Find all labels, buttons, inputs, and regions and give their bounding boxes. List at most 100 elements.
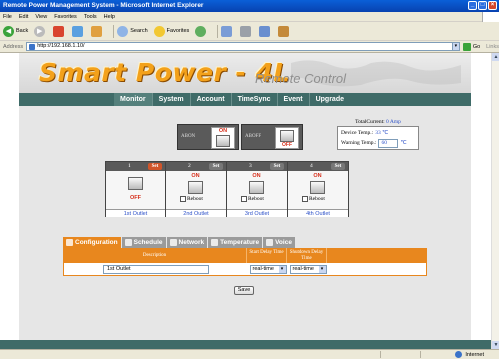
scroll-down-icon[interactable]: ▼: [492, 341, 499, 349]
total-current-label: TotalCurrent:: [355, 119, 385, 125]
ab-on-toggle[interactable]: ON: [211, 127, 235, 149]
back-button[interactable]: ◀ Back: [3, 25, 28, 37]
reboot-checkbox[interactable]: [302, 196, 308, 202]
search-icon: [117, 25, 129, 37]
zone-label: Internet: [465, 351, 484, 358]
outlet-switch-toggle[interactable]: [310, 181, 325, 194]
favorites-button[interactable]: Favorites: [153, 25, 189, 37]
mail-button[interactable]: [221, 25, 234, 37]
col-shutdown-delay: Shutdown Delay Time: [287, 248, 327, 263]
forward-button[interactable]: ▶: [34, 25, 47, 37]
nav-timesync[interactable]: TimeSync: [230, 93, 277, 106]
outlet-number: 4: [310, 163, 313, 169]
refresh-button[interactable]: [72, 25, 85, 37]
print-icon: [240, 25, 252, 37]
settings-tabs: Configuration Schedule Network Temperatu…: [63, 237, 296, 248]
scroll-up-icon[interactable]: ▲: [492, 53, 499, 61]
total-current-value: 0 Amp: [386, 119, 401, 125]
tab-temperature[interactable]: Temperature: [208, 237, 263, 248]
menu-view[interactable]: View: [35, 12, 47, 21]
address-dropdown-icon[interactable]: ▾: [451, 42, 460, 51]
outlet-set-button[interactable]: Set: [270, 163, 284, 170]
menu-favorites[interactable]: Favorites: [54, 12, 77, 21]
status-divider: [420, 351, 421, 358]
forward-arrow-icon: ▶: [34, 25, 46, 37]
col-empty: [327, 248, 427, 263]
menu-edit[interactable]: Edit: [19, 12, 28, 21]
warning-temp-input[interactable]: 60: [378, 138, 399, 148]
reboot-option[interactable]: Reboot: [241, 196, 264, 202]
nav-event[interactable]: Event: [276, 93, 309, 106]
nav-monitor[interactable]: Monitor: [114, 93, 152, 106]
menu-bar: File Edit View Favorites Tools Help: [0, 12, 499, 22]
edit-icon: [259, 25, 271, 37]
links-button[interactable]: Links: [486, 44, 499, 50]
maximize-button[interactable]: □: [478, 1, 487, 10]
close-button[interactable]: ×: [488, 1, 497, 10]
go-label: Go: [472, 43, 481, 50]
tab-network[interactable]: Network: [166, 237, 208, 248]
discuss-button[interactable]: [278, 25, 291, 37]
outlet-number: 3: [249, 163, 252, 169]
outlet-2: 2 Set ON Reboot 2nd Outlet: [166, 161, 227, 217]
reboot-option[interactable]: Reboot: [180, 196, 203, 202]
nav-system[interactable]: System: [151, 93, 190, 106]
outlet-state: OFF: [130, 195, 141, 201]
window-controls: _ □ ×: [468, 1, 497, 10]
go-arrow-icon: [462, 42, 471, 51]
outlet-name: 1st Outlet: [106, 209, 165, 217]
reboot-checkbox[interactable]: [180, 196, 186, 202]
configuration-table: Description Start Delay Time Shutdown De…: [63, 248, 427, 276]
tab-label: Voice: [275, 239, 292, 246]
menu-file[interactable]: File: [3, 12, 12, 21]
outlet-state: ON: [313, 173, 322, 179]
reboot-option[interactable]: Reboot: [302, 196, 325, 202]
outlet-switch-area: OFF: [106, 171, 165, 209]
star-icon: [153, 25, 165, 37]
outlet-set-button[interactable]: Set: [331, 163, 345, 170]
outlet-switch-toggle[interactable]: [188, 181, 203, 194]
vertical-scrollbar[interactable]: ▲ ▼: [491, 53, 499, 349]
menu-help[interactable]: Help: [104, 12, 115, 21]
print-button[interactable]: [240, 25, 253, 37]
minimize-button[interactable]: _: [468, 1, 477, 10]
outlet-set-button[interactable]: Set: [209, 163, 223, 170]
outlet-switch-area: ON Reboot: [227, 171, 287, 209]
ab-off-toggle[interactable]: OFF: [275, 127, 299, 149]
tab-label: Temperature: [220, 239, 260, 246]
stop-icon: [53, 25, 65, 37]
nav-upgrade[interactable]: Upgrade: [308, 93, 350, 106]
start-delay-select[interactable]: real-time: [249, 264, 287, 274]
menu-tools[interactable]: Tools: [84, 12, 97, 21]
search-label: Search: [130, 28, 148, 34]
edit-button[interactable]: [259, 25, 272, 37]
tab-voice[interactable]: Voice: [263, 237, 295, 248]
tab-label: Network: [178, 239, 205, 246]
description-input[interactable]: 1st Outlet: [103, 264, 209, 274]
mail-icon: [221, 25, 233, 37]
col-start-delay: Start Delay Time: [247, 248, 287, 263]
nav-account[interactable]: Account: [189, 93, 231, 106]
outlet-switch-toggle[interactable]: [128, 177, 143, 190]
go-button[interactable]: Go: [462, 42, 481, 51]
reboot-checkbox[interactable]: [241, 196, 247, 202]
address-label: Address: [3, 43, 24, 50]
tab-schedule[interactable]: Schedule: [121, 237, 166, 248]
tab-configuration[interactable]: Configuration: [63, 237, 121, 248]
wrench-icon: [66, 239, 73, 246]
history-button[interactable]: [195, 25, 208, 37]
toolbar-separator: [217, 24, 219, 38]
stop-button[interactable]: [53, 25, 66, 37]
address-input[interactable]: http://192.168.1.10/: [26, 42, 453, 51]
shutdown-delay-select[interactable]: real-time: [289, 264, 327, 274]
save-button[interactable]: Save: [234, 286, 254, 295]
outlet-set-button[interactable]: Set: [148, 163, 162, 170]
reboot-label: Reboot: [187, 196, 203, 202]
home-button[interactable]: [91, 25, 104, 37]
browser-toolbar: ◀ Back ▶ Search Favorites: [0, 22, 499, 41]
search-button[interactable]: Search: [117, 25, 148, 37]
page-container: Smart Power - 4L Remote Control Monitor …: [19, 53, 471, 349]
header-subtitle: Remote Control: [255, 71, 347, 86]
outlet-switch-toggle[interactable]: [249, 181, 264, 194]
outlet-header: 2 Set: [166, 162, 226, 171]
